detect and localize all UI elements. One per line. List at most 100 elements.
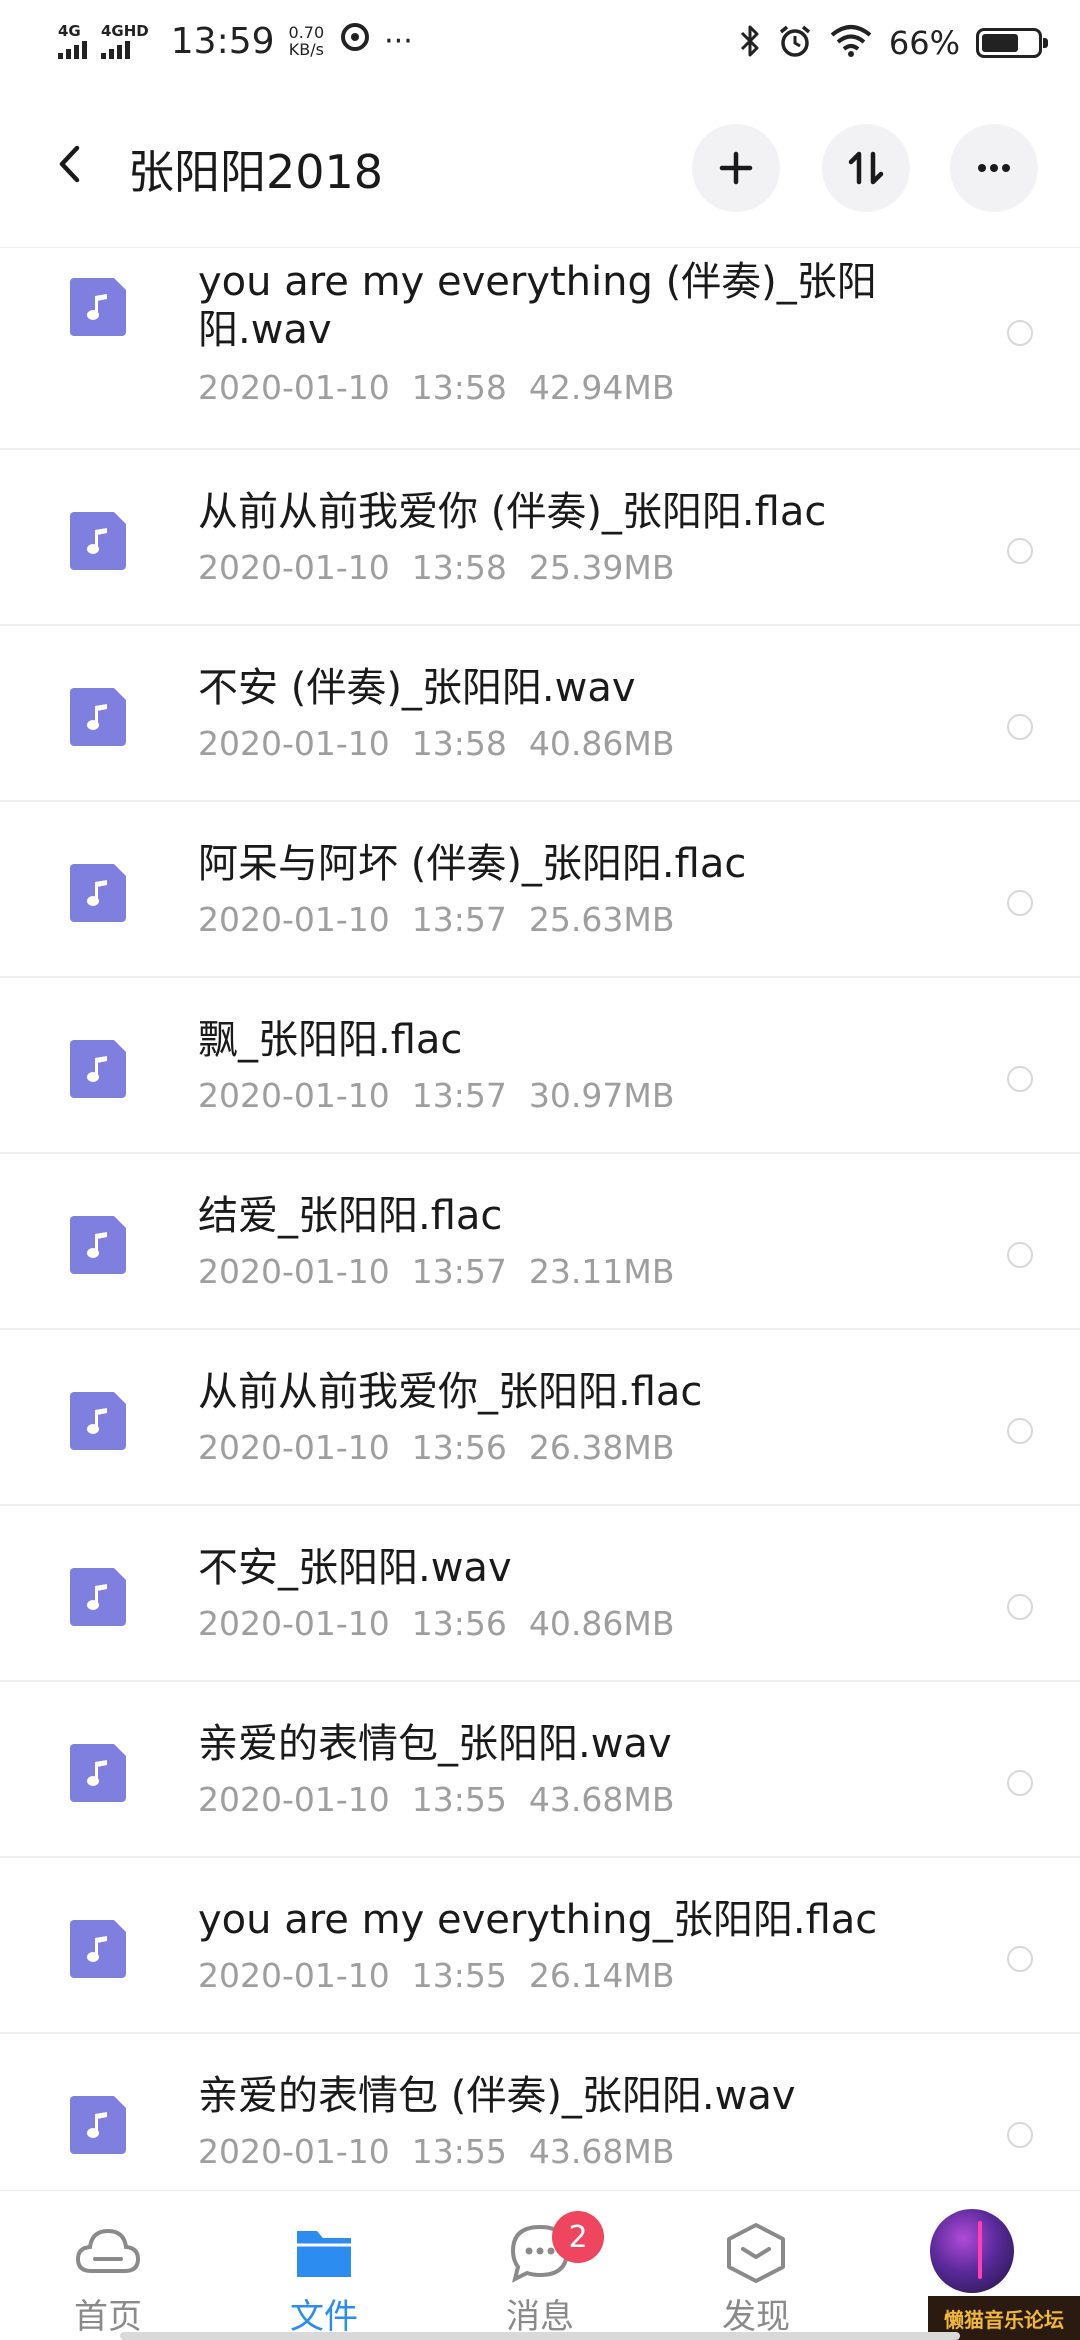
audio-file-icon: [70, 1040, 126, 1098]
nav-home-label: 首页: [74, 2297, 142, 2337]
app-notification-icon: [338, 20, 372, 62]
file-row[interactable]: you are my everything_张阳阳.flac 2020-01-10…: [0, 1858, 1080, 2034]
sort-icon: [848, 151, 884, 185]
file-size: 43.68MB: [528, 2132, 675, 2171]
file-meta: 2020-01-10 13:57 23.11MB: [198, 1252, 696, 1291]
file-date: 2020-01-10: [198, 1956, 390, 1995]
file-size: 25.63MB: [528, 900, 675, 939]
file-date: 2020-01-10: [198, 1780, 390, 1819]
file-name: 不安 (伴奏)_张阳阳.wav: [198, 665, 636, 711]
file-time: 13:58: [411, 548, 507, 587]
select-radio[interactable]: [1007, 320, 1033, 346]
file-date: 2020-01-10: [198, 548, 390, 587]
audio-file-icon: [70, 1920, 126, 1978]
file-meta: 2020-01-10 13:56 26.38MB: [198, 1428, 696, 1467]
nav-home[interactable]: 首页: [28, 2191, 188, 2340]
bottom-navigation: 首页 文件 消息 2 发现: [0, 2190, 1080, 2340]
file-meta: 2020-01-10 13:55 43.68MB: [198, 2132, 696, 2171]
select-radio[interactable]: [1007, 1946, 1033, 1972]
file-meta: 2020-01-10 13:56 40.86MB: [198, 1604, 696, 1643]
file-time: 13:56: [411, 1428, 507, 1467]
user-avatar[interactable]: [930, 2209, 1014, 2293]
alarm-icon: [777, 23, 813, 63]
select-radio[interactable]: [1007, 538, 1033, 564]
signal-1-label: 4G: [58, 22, 81, 40]
file-row[interactable]: 飘_张阳阳.flac 2020-01-10 13:57 30.97MB: [0, 978, 1080, 1154]
file-date: 2020-01-10: [198, 900, 390, 939]
audio-file-icon: [70, 512, 126, 570]
file-date: 2020-01-10: [198, 2132, 390, 2171]
file-size: 42.94MB: [528, 368, 675, 407]
network-speed-value: 0.70: [288, 23, 325, 42]
file-time: 13:55: [411, 1780, 507, 1819]
select-radio[interactable]: [1007, 1242, 1033, 1268]
file-row[interactable]: 亲爱的表情包 (伴奏)_张阳阳.wav 2020-01-10 13:55 43.68M…: [0, 2034, 1080, 2190]
home-indicator[interactable]: [120, 2332, 960, 2340]
audio-file-icon: [70, 1744, 126, 1802]
signal-1-icon: 4G: [58, 23, 87, 59]
status-bar: 4G 4GHD 13:59 0.70 KB/s ··· 66%: [0, 0, 1080, 84]
select-radio[interactable]: [1007, 2122, 1033, 2148]
file-time: 13:57: [411, 1076, 507, 1115]
select-radio[interactable]: [1007, 714, 1033, 740]
more-notifications-icon: ···: [384, 23, 413, 59]
back-button[interactable]: [40, 134, 100, 194]
file-size: 23.11MB: [528, 1252, 675, 1291]
nav-messages[interactable]: 消息 2: [460, 2191, 620, 2340]
select-radio[interactable]: [1007, 1066, 1033, 1092]
nav-files[interactable]: 文件: [244, 2191, 404, 2340]
app-header: 张阳阳2018: [0, 84, 1080, 248]
file-meta: 2020-01-10 13:58 25.39MB: [198, 548, 696, 587]
more-dots-icon: [978, 164, 1010, 172]
nav-discover-label: 发现: [722, 2297, 790, 2337]
add-button[interactable]: [692, 124, 780, 212]
file-date: 2020-01-10: [198, 1252, 390, 1291]
file-name: you are my everything (伴奏)_张阳阳.wav: [198, 259, 877, 353]
file-name: 从前从前我爱你 (伴奏)_张阳阳.flac: [198, 489, 827, 535]
file-name: 结爱_张阳阳.flac: [198, 1193, 503, 1239]
file-time: 13:55: [411, 1956, 507, 1995]
nav-discover[interactable]: 发现: [676, 2191, 836, 2340]
sort-button[interactable]: [822, 124, 910, 212]
select-radio[interactable]: [1007, 1770, 1033, 1796]
file-date: 2020-01-10: [198, 724, 390, 763]
nav-messages-label: 消息: [506, 2297, 574, 2337]
page-title: 张阳阳2018: [128, 145, 384, 199]
file-row[interactable]: 结爱_张阳阳.flac 2020-01-10 13:57 23.11MB: [0, 1154, 1080, 1330]
file-meta: 2020-01-10 13:57 30.97MB: [198, 1076, 696, 1115]
file-row[interactable]: 不安_张阳阳.wav 2020-01-10 13:56 40.86MB: [0, 1506, 1080, 1682]
file-row[interactable]: 从前从前我爱你 (伴奏)_张阳阳.flac 2020-01-10 13:58 25.3…: [0, 450, 1080, 626]
audio-file-icon: [70, 2096, 126, 2154]
file-time: 13:58: [411, 368, 507, 407]
audio-file-icon: [70, 278, 126, 336]
file-row[interactable]: you are my everything (伴奏)_张阳阳.wav 2020-0…: [0, 248, 1080, 450]
audio-file-icon: [70, 1216, 126, 1274]
file-date: 2020-01-10: [198, 1604, 390, 1643]
file-row[interactable]: 不安 (伴奏)_张阳阳.wav 2020-01-10 13:58 40.86MB: [0, 626, 1080, 802]
file-row[interactable]: 从前从前我爱你_张阳阳.flac 2020-01-10 13:56 26.38MB: [0, 1330, 1080, 1506]
file-row[interactable]: 亲爱的表情包_张阳阳.wav 2020-01-10 13:55 43.68MB: [0, 1682, 1080, 1858]
battery-icon: [976, 28, 1048, 58]
file-date: 2020-01-10: [198, 1076, 390, 1115]
more-options-button[interactable]: [950, 124, 1038, 212]
select-radio[interactable]: [1007, 1594, 1033, 1620]
file-row[interactable]: 阿呆与阿坏 (伴奏)_张阳阳.flac 2020-01-10 13:57 25.63M…: [0, 802, 1080, 978]
plus-icon: [719, 151, 753, 185]
file-size: 30.97MB: [528, 1076, 675, 1115]
messages-badge: 2: [552, 2211, 604, 2263]
select-radio[interactable]: [1007, 1418, 1033, 1444]
select-radio[interactable]: [1007, 890, 1033, 916]
file-meta: 2020-01-10 13:58 42.94MB: [198, 368, 696, 407]
wifi-icon: [829, 24, 873, 62]
file-meta: 2020-01-10 13:55 43.68MB: [198, 1780, 696, 1819]
nav-files-label: 文件: [290, 2297, 358, 2337]
file-size: 25.39MB: [528, 548, 675, 587]
signal-2-icon: 4GHD: [101, 23, 149, 59]
file-meta: 2020-01-10 13:57 25.63MB: [198, 900, 696, 939]
file-name: 亲爱的表情包_张阳阳.wav: [198, 1721, 672, 1767]
file-time: 13:57: [411, 1252, 507, 1291]
file-name: 亲爱的表情包 (伴奏)_张阳阳.wav: [198, 2073, 796, 2119]
file-meta: 2020-01-10 13:55 26.14MB: [198, 1956, 696, 1995]
cloud-icon: [75, 2228, 141, 2273]
file-time: 13:55: [411, 2132, 507, 2171]
